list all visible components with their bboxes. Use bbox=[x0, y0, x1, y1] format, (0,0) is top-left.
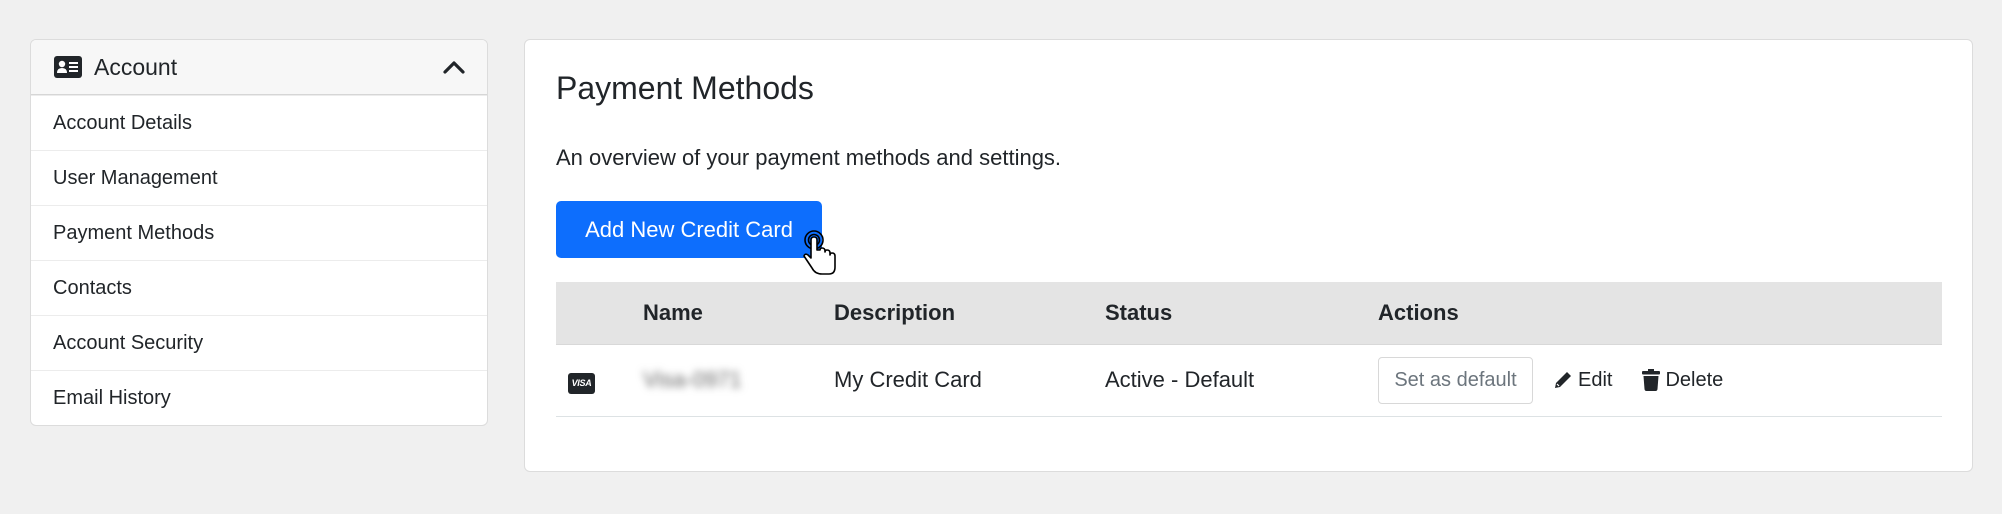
edit-label: Edit bbox=[1578, 368, 1613, 391]
sidebar-item-label: Account Details bbox=[53, 111, 192, 134]
sidebar-item-account-security[interactable]: Account Security bbox=[31, 315, 487, 370]
sidebar-item-label: Contacts bbox=[53, 276, 132, 299]
table-header-row: Name Description Status Actions bbox=[556, 282, 1942, 345]
delete-label: Delete bbox=[1665, 368, 1724, 391]
status-cell: Active - Default bbox=[1105, 344, 1378, 416]
column-header-actions: Actions bbox=[1378, 282, 1942, 345]
sidebar-item-contacts[interactable]: Contacts bbox=[31, 260, 487, 315]
sidebar-item-account-details[interactable]: Account Details bbox=[31, 95, 487, 150]
card-brand-cell: VISA bbox=[556, 344, 643, 416]
payment-method-name: Visa-0971 bbox=[643, 367, 742, 392]
sidebar-item-payment-methods[interactable]: Payment Methods bbox=[31, 205, 487, 260]
payment-method-description: My Credit Card bbox=[834, 367, 982, 392]
sidebar-item-label: Payment Methods bbox=[53, 221, 215, 244]
actions-cell: Set as default Edit Delete bbox=[1378, 344, 1942, 416]
add-new-credit-card-button[interactable]: Add New Credit Card bbox=[556, 201, 822, 258]
column-header-icon bbox=[556, 282, 643, 345]
edit-button[interactable]: Edit bbox=[1553, 369, 1612, 392]
sidebar-item-label: Email History bbox=[53, 386, 171, 409]
chevron-up-icon[interactable] bbox=[443, 60, 465, 74]
page-subtitle: An overview of your payment methods and … bbox=[556, 145, 1062, 170]
row-actions: Set as default Edit Delete bbox=[1378, 356, 1942, 404]
name-cell: Visa-0971 bbox=[643, 344, 834, 416]
sidebar-item-label: Account Security bbox=[53, 331, 204, 354]
set-as-default-button[interactable]: Set as default bbox=[1378, 356, 1533, 404]
table-row: VISA Visa-0971 My Credit Card Active - D… bbox=[556, 344, 1942, 416]
sidebar-item-email-history[interactable]: Email History bbox=[31, 370, 487, 425]
payment-methods-card: Payment Methods An overview of your paym… bbox=[524, 39, 1973, 472]
description-cell: My Credit Card bbox=[834, 344, 1105, 416]
pencil-icon bbox=[1555, 372, 1571, 388]
column-header-name: Name bbox=[643, 282, 834, 345]
payment-methods-table: Name Description Status Actions VISA Vis… bbox=[556, 282, 1942, 417]
sidebar-item-label: User Management bbox=[53, 166, 218, 189]
sidebar-header-title: Account bbox=[94, 53, 178, 80]
status-text: Active - Default bbox=[1105, 367, 1255, 392]
id-card-icon bbox=[54, 56, 82, 78]
sidebar: Account Account Details User Management … bbox=[30, 39, 488, 426]
delete-button[interactable]: Delete bbox=[1642, 369, 1723, 392]
column-header-description: Description bbox=[834, 282, 1105, 345]
sidebar-account-toggle[interactable]: Account bbox=[31, 40, 487, 95]
trash-icon bbox=[1642, 369, 1661, 391]
visa-card-icon: VISA bbox=[568, 372, 595, 394]
sidebar-item-user-management[interactable]: User Management bbox=[31, 150, 487, 205]
column-header-status: Status bbox=[1105, 282, 1378, 345]
page-title: Payment Methods bbox=[556, 70, 814, 106]
page: Account Account Details User Management … bbox=[0, 0, 2002, 514]
